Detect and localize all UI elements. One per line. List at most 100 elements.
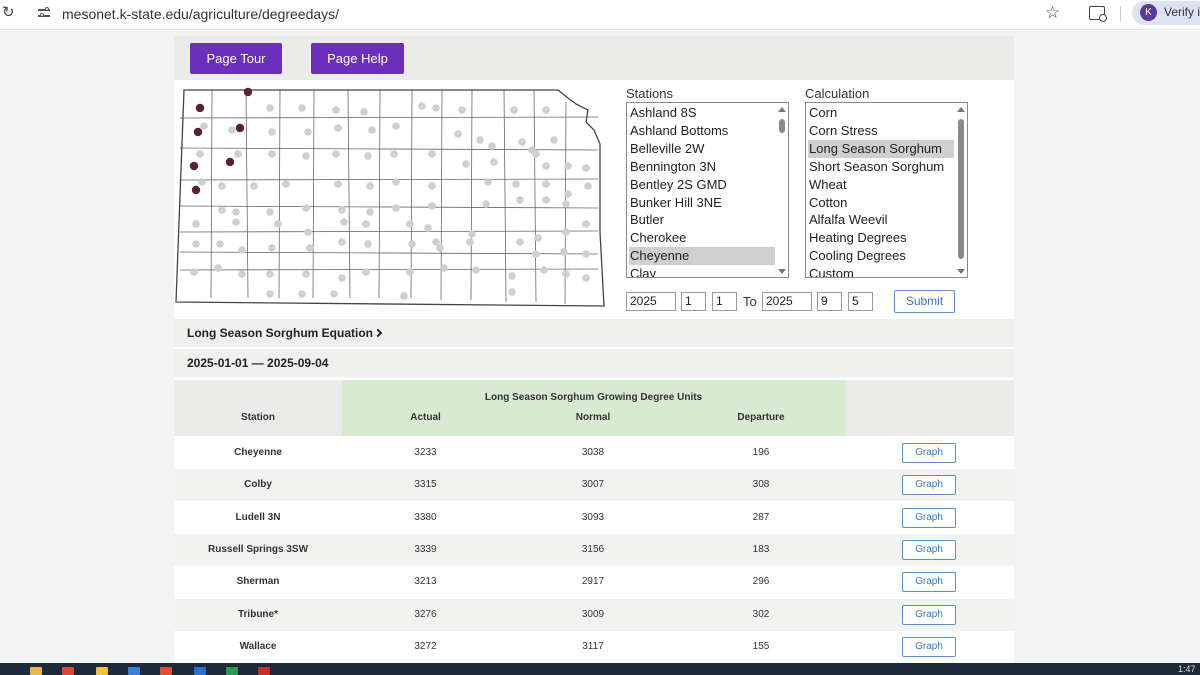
col-station: Station (241, 412, 275, 423)
station-option[interactable]: Bunker Hill 3NE (629, 194, 775, 212)
address-bar[interactable]: mesonet.k-state.edu/agriculture/degreeda… (62, 5, 339, 23)
equation-toggle[interactable]: Long Season Sorghum Equation (174, 319, 1014, 347)
station-dot (534, 234, 542, 242)
scroll-down-icon[interactable] (957, 269, 965, 274)
station-option[interactable]: Bentley 2S GMD (629, 176, 775, 194)
station-dot (238, 270, 246, 278)
calculation-option[interactable]: Corn (808, 104, 954, 122)
station-dot (364, 240, 372, 248)
station-name: Cheyenne (234, 447, 282, 458)
table-row: Russell Springs 3SW 3339 3156 183 Graph (174, 534, 1014, 566)
station-dot (466, 238, 474, 246)
station-dot (306, 244, 314, 252)
profile-chip[interactable]: K Verify it (1132, 1, 1200, 25)
stations-listbox[interactable]: Ashland 8S Ashland Bottoms Belleville 2W… (626, 102, 789, 278)
kansas-station-map[interactable] (174, 82, 606, 310)
graph-button[interactable]: Graph (902, 475, 956, 495)
submit-button[interactable]: Submit (894, 290, 955, 313)
calculation-option[interactable]: Heating Degrees (808, 229, 954, 247)
pdf-icon[interactable] (160, 667, 172, 675)
station-option[interactable]: Bennington 3N (629, 158, 775, 176)
station-dot (582, 220, 590, 228)
station-dot (542, 180, 550, 188)
station-dot (334, 180, 342, 188)
calculation-scrollbar[interactable] (956, 104, 966, 276)
station-option[interactable]: Butler (629, 211, 775, 229)
google-lens-icon[interactable] (1089, 6, 1107, 22)
station-option[interactable]: Ashland Bottoms (629, 122, 775, 140)
station-dot (362, 220, 370, 228)
gdu-group-title: Long Season Sorghum Growing Degree Units (484, 392, 703, 403)
calculation-option[interactable]: Short Season Sorghum (808, 158, 954, 176)
station-dot (362, 268, 370, 276)
calculation-option[interactable]: Alfalfa Weevil (808, 211, 954, 229)
chrome-icon[interactable] (62, 667, 74, 675)
calculation-option[interactable]: Wheat (808, 176, 954, 194)
station-name: Russell Springs 3SW (207, 544, 309, 555)
start-month-input[interactable]: 1 (681, 292, 706, 311)
county-line (503, 89, 507, 303)
station-option[interactable]: Cherokee (629, 229, 775, 247)
stations-label: Stations (626, 86, 673, 101)
departure-value: 196 (752, 447, 770, 458)
scroll-down-icon[interactable] (778, 269, 786, 274)
station-option[interactable]: Clay (629, 265, 775, 277)
scroll-up-icon[interactable] (957, 107, 965, 112)
station-dot (390, 150, 398, 158)
calculation-option[interactable]: Cooling Degrees (808, 247, 954, 265)
selected-station-dot (189, 161, 199, 171)
acrobat-icon[interactable] (258, 667, 270, 675)
windows-app-icon[interactable] (128, 667, 140, 675)
station-dot (266, 104, 274, 112)
station-dot (562, 228, 570, 236)
scroll-thumb[interactable] (958, 119, 964, 259)
departure-value: 183 (752, 544, 770, 555)
end-year-input[interactable]: 2025 (762, 292, 812, 311)
graph-button[interactable]: Graph (902, 637, 956, 657)
scroll-thumb[interactable] (779, 119, 785, 133)
station-dot (216, 240, 224, 248)
end-day-input[interactable]: 5 (848, 292, 873, 311)
scroll-up-icon[interactable] (778, 107, 786, 112)
station-dot (192, 220, 200, 228)
notes-icon[interactable] (96, 667, 108, 675)
station-option-selected[interactable]: Cheyenne (629, 247, 775, 265)
table-row: Colby 3315 3007 308 Graph (174, 469, 1014, 501)
graph-button[interactable]: Graph (902, 443, 956, 463)
station-dot (472, 266, 480, 274)
calculation-option[interactable]: Custom (808, 265, 954, 277)
selected-station-dot (195, 103, 205, 113)
station-dot (516, 238, 524, 246)
end-month-input[interactable]: 9 (817, 292, 842, 311)
table-row: Tribune* 3276 3009 302 Graph (174, 599, 1014, 631)
start-day-input[interactable]: 1 (712, 292, 737, 311)
page-help-button[interactable]: Page Help (311, 43, 404, 74)
bookmark-star-icon[interactable]: ☆ (1045, 3, 1060, 23)
file-explorer-icon[interactable] (30, 667, 42, 675)
stations-scrollbar[interactable] (777, 104, 787, 276)
os-taskbar: 1:47 (0, 663, 1200, 675)
station-dot (268, 150, 276, 158)
station-option[interactable]: Belleville 2W (629, 140, 775, 158)
calculation-listbox[interactable]: Corn Corn Stress Long Season Sorghum Sho… (805, 102, 968, 278)
station-dot (392, 122, 400, 130)
start-year-input[interactable]: 2025 (626, 292, 676, 311)
calculation-option[interactable]: Cotton (808, 194, 954, 212)
reload-icon[interactable]: ↻ (2, 5, 16, 21)
station-dot (532, 250, 540, 258)
site-info-icon[interactable] (38, 6, 52, 20)
graph-button[interactable]: Graph (902, 572, 956, 592)
excel-icon[interactable] (226, 667, 238, 675)
graph-button[interactable]: Graph (902, 508, 956, 528)
station-dot (298, 104, 306, 112)
station-dot (564, 162, 572, 170)
station-option[interactable]: Ashland 8S (629, 104, 775, 122)
selected-station-dot (243, 87, 253, 97)
calculation-option-selected[interactable]: Long Season Sorghum (808, 140, 954, 158)
page-tour-button[interactable]: Page Tour (190, 43, 282, 74)
station-dot (468, 230, 476, 238)
word-icon[interactable] (194, 667, 206, 675)
graph-button[interactable]: Graph (902, 540, 956, 560)
calculation-option[interactable]: Corn Stress (808, 122, 954, 140)
graph-button[interactable]: Graph (902, 605, 956, 625)
